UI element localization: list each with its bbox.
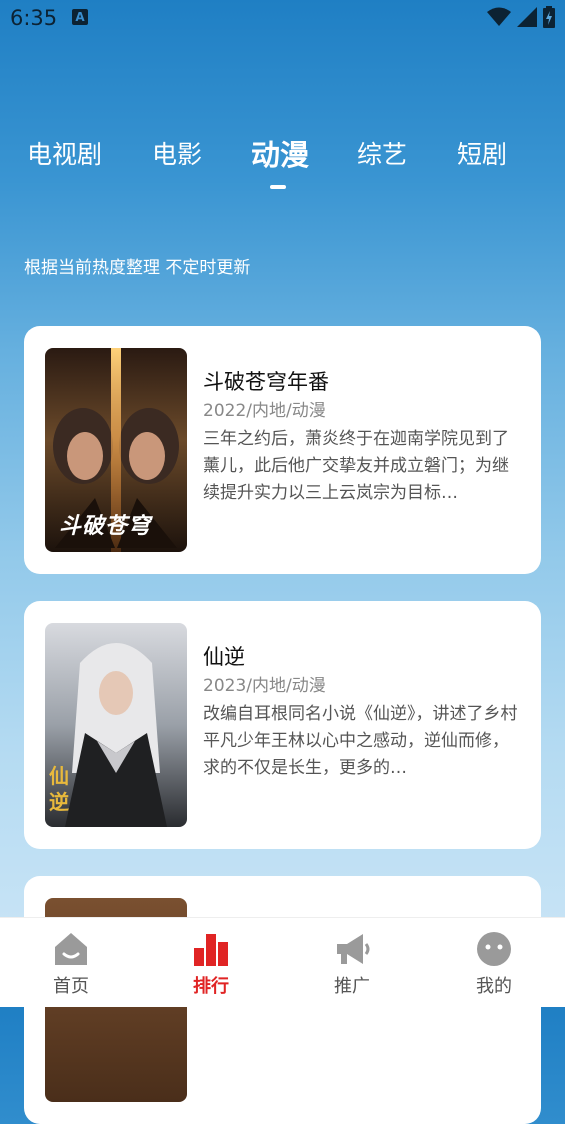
status-time: 6:35 (10, 6, 58, 30)
category-tabs: 电视剧 电影 动漫 综艺 短剧 (0, 135, 565, 195)
tab-tv-series[interactable]: 电视剧 (27, 135, 102, 171)
list-item[interactable]: 斗破苍穹 斗破苍穹年番 2022/内地/动漫 三年之约后，萧炎终于在迦南学院见到… (24, 326, 541, 574)
card-title: 仙逆 (203, 645, 245, 669)
card-meta: 2022/内地/动漫 (203, 401, 326, 421)
poster-title: 斗破苍穹 (59, 514, 152, 539)
wifi-icon (487, 7, 511, 26)
battery-icon (543, 6, 555, 28)
ranking-subtitle: 根据当前热度整理 不定时更新 (24, 258, 251, 278)
nav-ranking-label: 排行 (193, 976, 229, 997)
signal-icon (517, 7, 537, 27)
nav-home-label: 首页 (53, 976, 89, 997)
card-description: 三年之约后，萧炎终于在迦南学院见到了薰儿，此后他广交挚友并成立磐门；为继续提升实… (203, 429, 509, 503)
bottom-navigation: 首页 排行 推广 我的 (0, 917, 565, 1007)
tab-anime[interactable]: 动漫 (251, 132, 309, 174)
tab-short-drama[interactable]: 短剧 (457, 135, 507, 171)
card-title: 斗破苍穹年番 (203, 370, 329, 394)
poster-image: 斗破苍穹 (45, 348, 187, 552)
home-icon (55, 933, 87, 965)
nav-profile[interactable]: 我的 (444, 918, 544, 1007)
poster-image: 仙逆 (45, 623, 187, 827)
nav-profile-label: 我的 (476, 976, 512, 997)
status-icons (487, 6, 555, 28)
active-tab-indicator (270, 185, 286, 189)
poster-title: 仙逆 (49, 764, 69, 814)
card-description: 改编自耳根同名小说《仙逆》，讲述了乡村平凡少年王林以心中之感动，逆仙而修，求的不… (203, 704, 518, 778)
nav-promotion[interactable]: 推广 (302, 918, 402, 1007)
ranking-icon (194, 934, 228, 966)
nav-ranking[interactable]: 排行 (161, 918, 261, 1007)
profile-icon (477, 932, 511, 966)
tab-movie[interactable]: 电影 (152, 135, 202, 171)
megaphone-icon (337, 934, 370, 964)
nav-home[interactable]: 首页 (21, 918, 121, 1007)
nav-promotion-label: 推广 (334, 976, 370, 997)
status-bar: 6:35 A (0, 0, 565, 38)
card-meta: 2023/内地/动漫 (203, 676, 326, 696)
list-item[interactable]: 仙逆 仙逆 2023/内地/动漫 改编自耳根同名小说《仙逆》，讲述了乡村平凡少年… (24, 601, 541, 849)
notification-icon: A (72, 9, 88, 25)
tab-variety[interactable]: 综艺 (357, 135, 407, 171)
